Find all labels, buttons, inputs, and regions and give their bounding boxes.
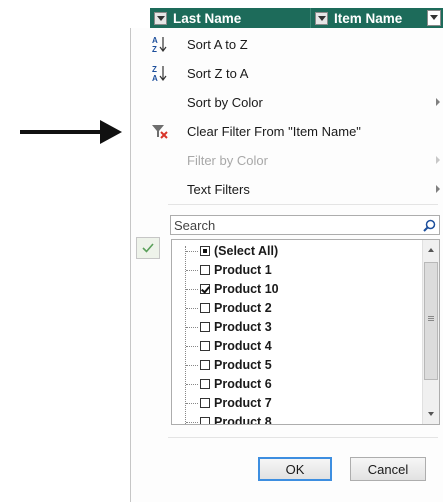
tree-line <box>186 308 198 309</box>
list-item[interactable]: Product 4 <box>200 337 272 355</box>
list-item-label: Product 3 <box>214 320 272 334</box>
column-header-item-name[interactable]: Item Name <box>310 8 443 28</box>
checkbox[interactable] <box>200 284 210 294</box>
menu-separator <box>168 437 438 438</box>
checkbox[interactable] <box>200 246 210 256</box>
tree-line <box>186 365 198 366</box>
filter-dropdown-button[interactable] <box>315 11 328 25</box>
scroll-down-icon[interactable] <box>428 412 434 416</box>
check-icon <box>142 243 154 253</box>
filter-icon <box>430 15 438 20</box>
list-item[interactable]: Product 6 <box>200 375 272 393</box>
menu-item-label: Clear Filter From "Item Name" <box>187 123 361 139</box>
list-item[interactable]: (Select All) <box>200 242 278 260</box>
checkbox[interactable] <box>200 341 210 351</box>
list-item-label: Product 2 <box>214 301 272 315</box>
list-item-label: Product 1 <box>214 263 272 277</box>
list-item[interactable]: Product 3 <box>200 318 272 336</box>
menu-item-sort-za[interactable]: ZA Sort Z to A <box>145 60 443 86</box>
list-item[interactable]: Product 10 <box>200 280 279 298</box>
chevron-down-icon <box>156 15 165 21</box>
cancel-button-label: Cancel <box>367 461 409 477</box>
list-item-label: (Select All) <box>214 244 279 258</box>
svg-text:Z: Z <box>152 65 157 74</box>
list-item[interactable]: Product 2 <box>200 299 272 317</box>
sort-az-icon: AZ <box>151 35 167 54</box>
list-item[interactable]: Product 5 <box>200 356 272 374</box>
checkbox[interactable] <box>200 360 210 370</box>
menu-item-filter-by-color: Filter by Color <box>145 147 443 173</box>
list-item[interactable]: Product 1 <box>200 261 272 279</box>
checkbox[interactable] <box>200 322 210 332</box>
checkbox[interactable] <box>200 417 210 424</box>
filter-dropdown-button[interactable] <box>154 11 167 25</box>
pointer-arrow-shaft <box>20 130 104 134</box>
cancel-button[interactable]: Cancel <box>350 457 426 481</box>
scroll-up-icon[interactable] <box>428 248 434 252</box>
grip-icon <box>428 316 434 317</box>
checkbox[interactable] <box>200 265 210 275</box>
checkbox[interactable] <box>200 379 210 389</box>
scrollbar-thumb[interactable] <box>424 262 438 380</box>
tree-line <box>185 246 187 424</box>
column-header-last-name[interactable]: Last Name <box>150 8 310 28</box>
menu-item-clear-filter[interactable]: Clear Filter From "Item Name" <box>145 118 443 144</box>
list-scrollbar[interactable] <box>422 240 439 424</box>
filter-applied-badge <box>136 237 160 259</box>
clear-filter-icon <box>151 122 168 140</box>
tree-line <box>186 251 198 252</box>
list-item[interactable]: Product 8 <box>200 413 272 425</box>
submenu-arrow-icon <box>436 98 440 106</box>
filter-value-list: (Select All) Product 1 Product 10 Product 2… <box>171 239 440 425</box>
active-filter-button[interactable] <box>427 10 441 26</box>
checkbox[interactable] <box>200 398 210 408</box>
list-item-label: Product 5 <box>214 358 272 372</box>
tree-line <box>186 403 198 404</box>
menu-separator <box>168 204 438 205</box>
menu-item-label: Sort A to Z <box>187 36 248 52</box>
list-item-label: Product 4 <box>214 339 272 353</box>
tree-line <box>186 327 198 328</box>
column-header-label: Last Name <box>173 10 242 26</box>
svg-text:A: A <box>152 36 158 45</box>
menu-item-label: Filter by Color <box>187 152 268 168</box>
tree-line <box>186 346 198 347</box>
list-item[interactable]: Product 7 <box>200 394 272 412</box>
ok-button[interactable]: OK <box>258 457 332 481</box>
list-item-label: Product 10 <box>214 282 279 296</box>
column-header-label: Item Name <box>334 10 403 26</box>
svg-text:Z: Z <box>152 45 157 53</box>
submenu-arrow-icon <box>436 185 440 193</box>
pointer-arrow-head <box>100 120 122 144</box>
ok-button-label: OK <box>285 461 305 477</box>
menu-item-label: Text Filters <box>187 181 250 197</box>
search-input[interactable]: Search <box>170 215 440 235</box>
checkbox[interactable] <box>200 303 210 313</box>
search-icon <box>423 219 436 232</box>
search-placeholder: Search <box>174 218 216 233</box>
menu-item-text-filters[interactable]: Text Filters <box>145 176 443 202</box>
tree-line <box>186 270 198 271</box>
sort-za-icon: ZA <box>151 64 167 83</box>
svg-text:A: A <box>152 74 158 82</box>
tree-line <box>186 384 198 385</box>
menu-item-label: Sort Z to A <box>187 65 249 81</box>
list-item-label: Product 7 <box>214 396 272 410</box>
tree-line <box>186 422 198 423</box>
menu-item-sort-az[interactable]: AZ Sort A to Z <box>145 31 443 57</box>
chevron-down-icon <box>317 15 326 21</box>
list-item-label: Product 8 <box>214 415 272 425</box>
menu-item-sort-by-color[interactable]: Sort by Color <box>145 89 443 115</box>
menu-item-label: Sort by Color <box>187 94 263 110</box>
list-item-label: Product 6 <box>214 377 272 391</box>
tree-line <box>186 289 198 290</box>
submenu-arrow-icon <box>436 156 440 164</box>
